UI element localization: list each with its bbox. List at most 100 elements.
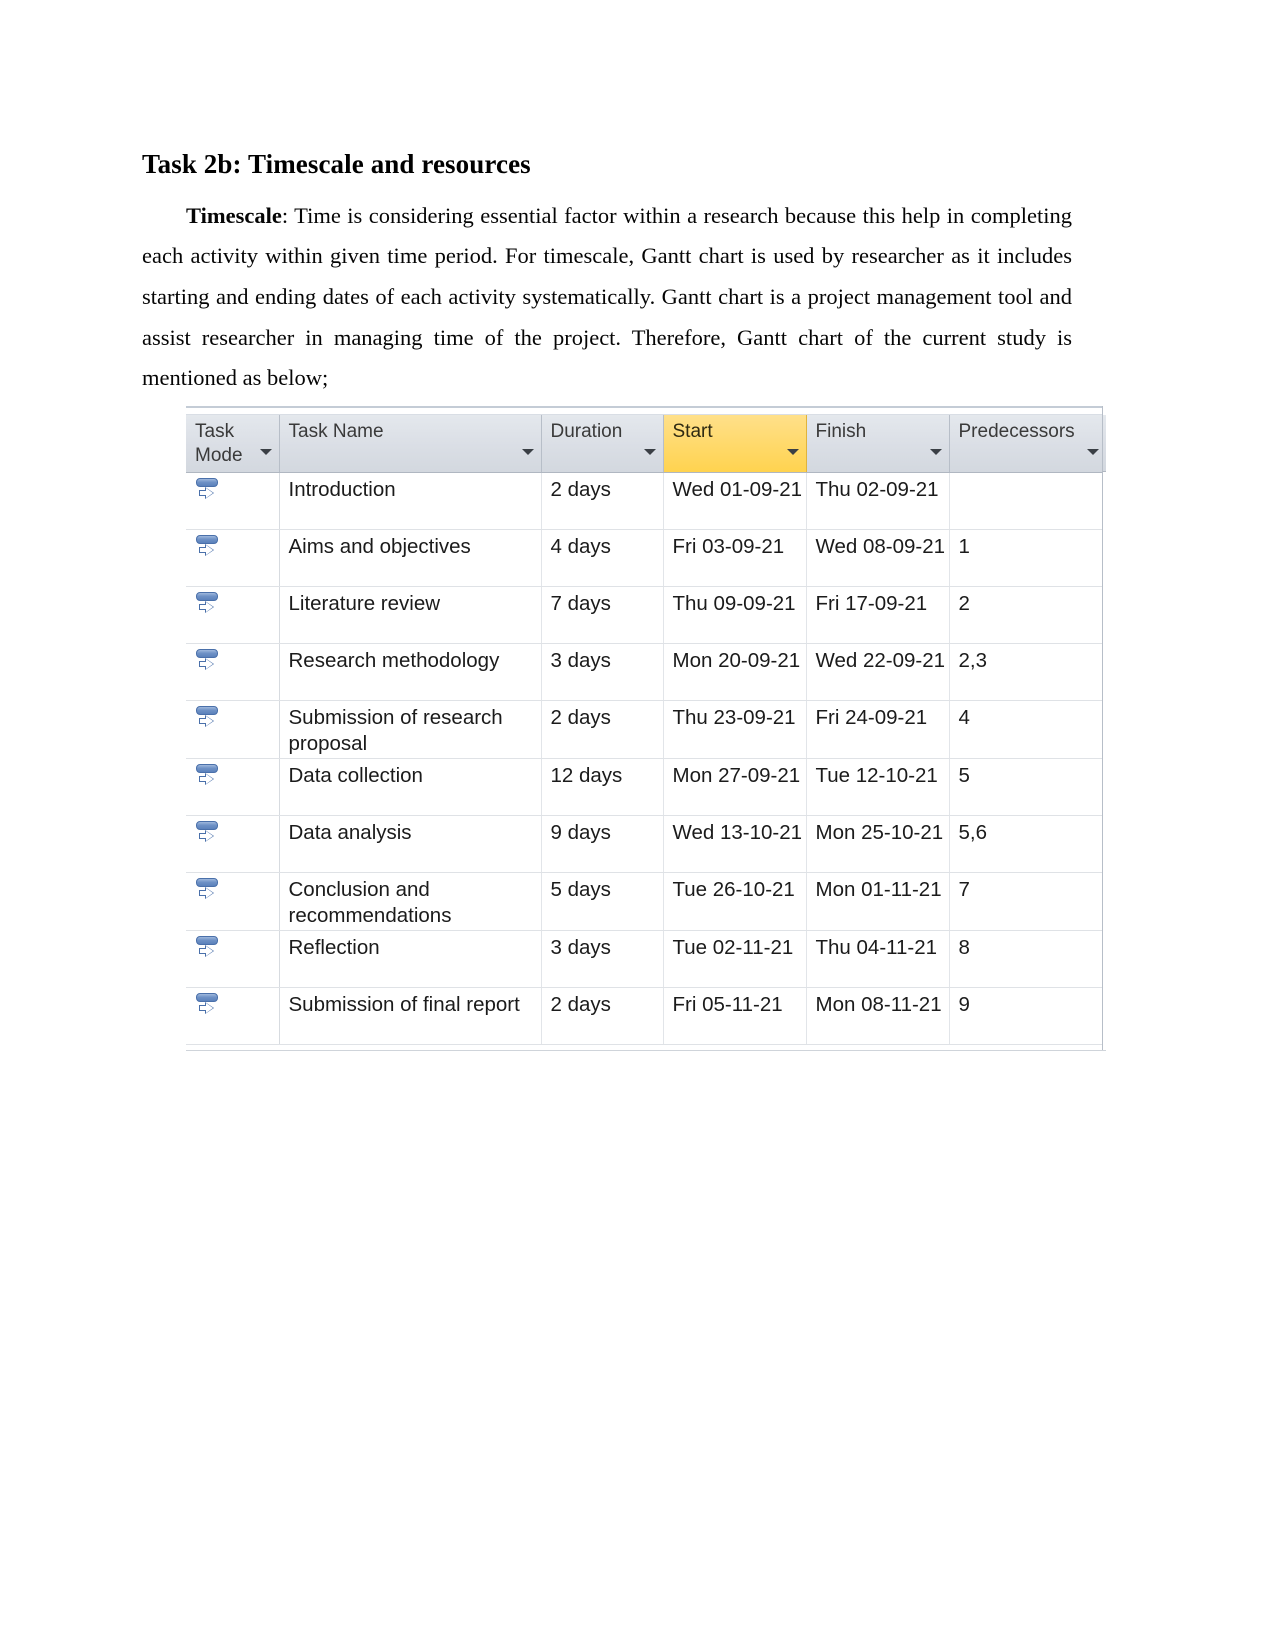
cell-finish[interactable]: Fri 17-09-21 [806, 586, 950, 644]
cell-task-mode[interactable] [186, 700, 280, 759]
cell-duration[interactable]: 4 days [541, 529, 664, 587]
cell-predecessors[interactable]: 4 [949, 700, 1106, 759]
task-grid-header: Task Mode Task Name Duration Start Finis… [186, 415, 1106, 473]
cell-task-name[interactable]: Research methodology [279, 643, 542, 701]
manually-scheduled-icon [194, 591, 220, 620]
cell-task-name[interactable]: Aims and objectives [279, 529, 542, 587]
cell-task-mode[interactable] [186, 815, 280, 873]
manually-scheduled-icon [194, 993, 220, 1021]
table-row[interactable]: Aims and objectives 4 days Fri 03-09-21 Wed… [186, 529, 1106, 587]
filter-chevron-down-icon[interactable] [1086, 448, 1099, 455]
cell-predecessors[interactable]: 7 [949, 872, 1106, 932]
cell-duration[interactable]: 5 days [541, 872, 664, 932]
table-row[interactable]: Research methodology 3 days Mon 20-09-21 We… [186, 643, 1106, 701]
cell-start[interactable]: Fri 05-11-21 [663, 987, 807, 1046]
cell-duration[interactable]: 7 days [541, 586, 664, 644]
cell-finish[interactable]: Mon 08-11-21 [806, 987, 950, 1046]
cell-predecessors[interactable]: 5,6 [949, 815, 1106, 873]
cell-start[interactable]: Fri 03-09-21 [663, 529, 807, 587]
cell-duration[interactable]: 2 days [541, 987, 664, 1046]
page-title: Task 2b: Timescale and resources [142, 149, 531, 179]
table-row[interactable]: Conclusion and recommendations 5 days Tue … [186, 872, 1106, 932]
grid-truncated-column-header [1102, 415, 1106, 472]
column-header-task-name[interactable]: Task Name [279, 415, 542, 473]
cell-duration[interactable]: 2 days [541, 700, 664, 759]
filter-chevron-down-icon[interactable] [786, 448, 799, 455]
cell-task-name[interactable]: Data collection [279, 758, 542, 816]
cell-task-name[interactable]: Introduction [279, 472, 542, 530]
column-header-label: Task Mode [195, 421, 243, 467]
cell-task-mode[interactable] [186, 529, 280, 587]
column-header-duration[interactable]: Duration [541, 415, 664, 473]
cell-duration[interactable]: 9 days [541, 815, 664, 873]
filter-chevron-down-icon[interactable] [643, 448, 656, 455]
cell-start[interactable]: Mon 27-09-21 [663, 758, 807, 816]
cell-start[interactable]: Thu 23-09-21 [663, 700, 807, 759]
cell-finish[interactable]: Mon 25-10-21 [806, 815, 950, 873]
cell-start[interactable]: Thu 09-09-21 [663, 586, 807, 644]
cell-task-name[interactable]: Reflection [279, 930, 542, 989]
column-header-predecessors[interactable]: Predecessors [949, 415, 1106, 473]
cell-task-mode[interactable] [186, 930, 280, 989]
filter-chevron-down-icon[interactable] [521, 448, 534, 455]
gantt-task-table[interactable]: Task Mode Task Name Duration Start Finis… [186, 406, 1106, 1051]
filter-chevron-down-icon[interactable] [929, 448, 942, 455]
cell-task-name[interactable]: Literature review [279, 586, 542, 644]
grid-scroll-area[interactable]: Task Mode Task Name Duration Start Finis… [186, 415, 1106, 1051]
grid-truncated-column [1102, 406, 1106, 1051]
cell-start[interactable]: Wed 13-10-21 [663, 815, 807, 873]
cell-task-mode[interactable] [186, 586, 280, 644]
cell-task-mode[interactable] [186, 872, 280, 932]
cell-predecessors[interactable] [949, 472, 1106, 530]
cell-predecessors[interactable]: 8 [949, 930, 1106, 989]
cell-start[interactable]: Wed 01-09-21 [663, 472, 807, 530]
cell-duration[interactable]: 2 days [541, 472, 664, 530]
cell-predecessors[interactable]: 5 [949, 758, 1106, 816]
cell-predecessors[interactable]: 2 [949, 586, 1106, 644]
cell-task-name[interactable]: Submission of final report [279, 987, 542, 1046]
cell-task-name[interactable]: Data analysis [279, 815, 542, 873]
column-header-start[interactable]: Start [663, 415, 807, 473]
cell-start[interactable]: Mon 20-09-21 [663, 643, 807, 701]
pin-head-shape [196, 705, 218, 715]
cell-task-name[interactable]: Conclusion and recommendations [279, 872, 542, 932]
cell-duration[interactable]: 12 days [541, 758, 664, 816]
table-row[interactable]: Submission of final report 2 days Fri 05-1… [186, 987, 1106, 1046]
cell-duration[interactable]: 3 days [541, 643, 664, 701]
cell-finish[interactable]: Thu 04-11-21 [806, 930, 950, 989]
cell-finish[interactable]: Wed 08-09-21 [806, 529, 950, 587]
cell-predecessors[interactable]: 2,3 [949, 643, 1106, 701]
cell-start[interactable]: Tue 02-11-21 [663, 930, 807, 989]
table-row[interactable]: Data analysis 9 days Wed 13-10-21 Mon 25-10… [186, 815, 1106, 873]
cell-duration[interactable]: 3 days [541, 930, 664, 989]
cell-task-mode[interactable] [186, 758, 280, 816]
cell-predecessors[interactable]: 1 [949, 529, 1106, 587]
manually-scheduled-icon [194, 534, 220, 563]
cell-finish[interactable]: Mon 01-11-21 [806, 872, 950, 932]
table-row[interactable]: Introduction 2 days Wed 01-09-21 Thu 02-09-… [186, 472, 1106, 530]
timescale-paragraph: Timescale: Time is considering essential… [142, 196, 1072, 399]
cell-task-mode[interactable] [186, 987, 280, 1046]
table-row[interactable]: Literature review 7 days Thu 09-09-21 Fri 1… [186, 586, 1106, 644]
cell-finish[interactable]: Thu 02-09-21 [806, 472, 950, 530]
pin-head-shape [196, 877, 218, 887]
cell-task-mode[interactable] [186, 472, 280, 530]
cell-finish[interactable]: Tue 12-10-21 [806, 758, 950, 816]
cell-finish[interactable]: Fri 24-09-21 [806, 700, 950, 759]
cell-task-mode[interactable] [186, 643, 280, 701]
table-row[interactable]: Submission of research proposal 2 days Thu… [186, 700, 1106, 759]
table-row[interactable]: Reflection 3 days Tue 02-11-21 Thu 04-11-21… [186, 930, 1106, 989]
cell-start[interactable]: Tue 26-10-21 [663, 872, 807, 932]
cell-finish[interactable]: Wed 22-09-21 [806, 643, 950, 701]
pin-head-shape [196, 648, 218, 658]
paragraph-body-text: : Time is considering essential factor w… [142, 202, 1072, 391]
column-header-task-mode[interactable]: Task Mode [186, 415, 280, 473]
filter-chevron-down-icon[interactable] [259, 448, 272, 455]
column-header-label: Task Name [288, 421, 384, 442]
arrow-right-shape [199, 486, 214, 499]
column-header-finish[interactable]: Finish [806, 415, 950, 473]
cell-predecessors[interactable]: 9 [949, 987, 1106, 1046]
manually-scheduled-icon [194, 763, 220, 792]
table-row[interactable]: Data collection 12 days Mon 27-09-21 Tue 12… [186, 758, 1106, 816]
cell-task-name[interactable]: Submission of research proposal [279, 700, 542, 759]
